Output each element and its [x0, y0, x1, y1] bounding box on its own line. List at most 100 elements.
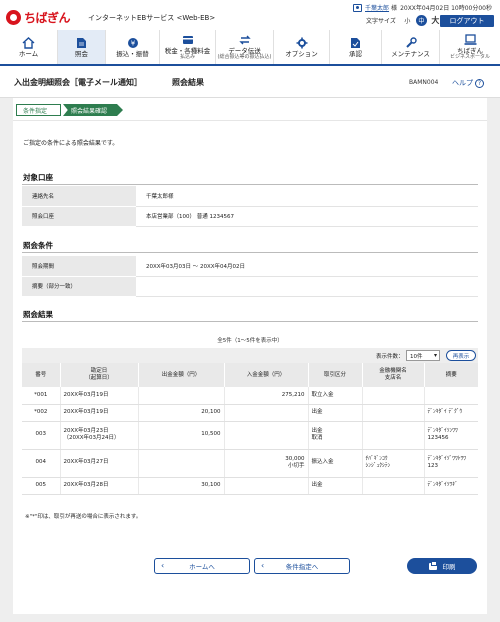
- section-title-condition: 照会条件: [23, 241, 53, 250]
- back-to-condition-button[interactable]: ‹ 条件指定へ: [254, 558, 350, 574]
- nav-label: ちばぎん ビジネスポータル: [449, 46, 490, 60]
- cell-date: 20XX年03月27日: [60, 449, 139, 478]
- cell-bank: ﾁﾊﾞｷﾞﾝｺｳ ｼﾝｼﾞｭｸｼﾃﾝ: [362, 449, 425, 478]
- cell-memo: ﾃﾞﾝｷﾀﾞｲｿﾜｷﾞ: [424, 477, 478, 495]
- text-size-medium-button[interactable]: 中: [415, 15, 427, 26]
- user-suffix: 様: [391, 5, 398, 12]
- nav-label: データ伝送 (総合振込等の振込払込): [217, 46, 272, 60]
- row-value: 本店営業部（100） 普通 1234567: [136, 206, 478, 227]
- column-header: 番号: [22, 363, 61, 387]
- chevron-left-icon: ‹: [161, 561, 165, 570]
- table-row: *002 20XX年03月19日 20,100 出金 ﾃﾞﾝｷﾀﾞｲ ﾃﾞｸﾞｳ: [22, 404, 478, 422]
- table-row: 連絡先名 千葉太郎様: [22, 186, 478, 207]
- column-header: 出金金額（円）: [138, 363, 225, 387]
- table-row: 003 20XX年03月23日 （20XX年03月24日） 10,500 出金 …: [22, 421, 478, 450]
- cell-bank: [362, 404, 425, 422]
- option-icon: [295, 37, 309, 49]
- bank-logo[interactable]: ちばぎん: [6, 9, 71, 26]
- nav-label: 照会: [75, 49, 88, 58]
- column-header: 金融機関名 支店名: [362, 363, 425, 387]
- cell-no: *002: [22, 404, 61, 422]
- home-button-label: ホームへ: [189, 563, 215, 571]
- column-header: 入金金額（円）: [224, 363, 309, 387]
- cell-in: [224, 421, 309, 450]
- section-rule: [22, 184, 478, 185]
- tax-payment-icon: [181, 34, 195, 46]
- row-label: 照会期間: [22, 256, 136, 277]
- print-button[interactable]: 印刷: [407, 558, 477, 574]
- nav-item-home[interactable]: ホーム: [0, 30, 58, 64]
- logout-button[interactable]: ログアウト: [440, 15, 494, 27]
- cell-date: 20XX年03月19日: [60, 404, 139, 422]
- row-label: 照会口座: [22, 206, 136, 227]
- section-rule: [22, 252, 478, 253]
- main-panel: 条件指定 照会結果確認 ご指定の条件による照会結果です。 対象口座 連絡先名 千…: [13, 98, 487, 614]
- portal-icon: [463, 34, 477, 46]
- cell-date: 20XX年03月19日: [60, 387, 139, 405]
- global-nav: ホーム 照会 ¥ 振込・振替 税金・各種料金 払込み データ伝送 (総合振込等の振込…: [0, 30, 500, 66]
- redisplay-button[interactable]: 再表示: [446, 350, 476, 361]
- nav-label: 承認: [349, 49, 362, 58]
- row-label: 連絡先名: [22, 186, 136, 207]
- home-button[interactable]: ‹ ホームへ: [154, 558, 250, 574]
- nav-label: 振込・振替: [116, 49, 149, 58]
- display-count-select[interactable]: 10件: [406, 350, 440, 361]
- nav-item-data-transmission[interactable]: データ伝送 (総合振込等の振込払込): [216, 30, 274, 64]
- logo-mark-icon: [6, 10, 21, 25]
- cell-date: 20XX年03月23日 （20XX年03月24日）: [60, 421, 139, 450]
- row-label: 摘要（部分一致）: [22, 276, 136, 297]
- logo-text: ちばぎん: [24, 11, 71, 25]
- nav-item-business-portal[interactable]: ちばぎん ビジネスポータル: [440, 30, 500, 64]
- table-row: 照会口座 本店営業部（100） 普通 1234567: [22, 206, 478, 227]
- help-icon: ?: [475, 78, 484, 88]
- service-name: インターネットEBサービス <Web-EB>: [88, 14, 216, 22]
- nav-item-tax-payment[interactable]: 税金・各種料金 払込み: [160, 30, 216, 64]
- cell-no: *001: [22, 387, 61, 405]
- nav-label: メンテナンス: [391, 49, 430, 58]
- divider: [13, 120, 487, 121]
- table-row: 摘要（部分一致）: [22, 276, 478, 297]
- table-header-row: 番号 勘定日 （起算日） 出金金額（円） 入金金額（円） 取引区分 金融機関名 …: [22, 363, 478, 387]
- cell-out: [138, 387, 225, 405]
- display-count-label: 表示件数：: [376, 354, 404, 360]
- top-header: ちばぎん インターネットEBサービス <Web-EB> 千葉太郎 様 20XX年…: [0, 0, 500, 30]
- nav-item-approval[interactable]: 承認: [330, 30, 382, 64]
- nav-item-transfer[interactable]: ¥ 振込・振替: [106, 30, 160, 64]
- cell-type: 出金 取消: [308, 421, 363, 450]
- chevron-left-icon: ‹: [261, 561, 265, 570]
- text-size-label: 文字サイズ: [366, 18, 396, 25]
- text-size-switcher: 文字サイズ 小 中 大: [366, 15, 444, 26]
- row-value: 千葉太郎様: [136, 186, 478, 207]
- inquiry-icon: [75, 37, 89, 49]
- data-transmission-icon: [238, 34, 252, 46]
- cell-out: 20,100: [138, 404, 225, 422]
- column-header: 摘要: [424, 363, 478, 387]
- table-row: *001 20XX年03月19日 275,210 取立入金: [22, 387, 478, 405]
- cell-bank: [362, 387, 425, 405]
- user-name-link[interactable]: 千葉太郎: [365, 3, 389, 12]
- cell-type: 出金: [308, 477, 363, 495]
- cell-out: [138, 449, 225, 478]
- table-row: 005 20XX年03月28日 30,100 出金 ﾃﾞﾝｷﾀﾞｲｿﾜｷﾞ: [22, 477, 478, 495]
- row-value: 20XX年03月03日 〜 20XX年04月02日: [136, 256, 478, 277]
- results-toolbar: 表示件数： 10件 再表示: [22, 348, 478, 363]
- help-link[interactable]: ヘルプ ?: [452, 78, 484, 88]
- nav-item-maintenance[interactable]: メンテナンス: [382, 30, 440, 64]
- footnote: ※"*"印は、取引が再送の場合に表示されます。: [25, 514, 142, 520]
- help-label: ヘルプ: [452, 79, 473, 87]
- cell-date: 20XX年03月28日: [60, 477, 139, 495]
- cell-memo: [424, 387, 478, 405]
- text-size-small-button[interactable]: 小: [401, 15, 413, 26]
- step-indicator: 条件指定 照会結果確認: [16, 104, 123, 116]
- cell-no: 005: [22, 477, 61, 495]
- cell-memo: ﾃﾞﾝｷﾀﾞｲ ﾃﾞｸﾞｳ: [424, 404, 478, 422]
- step-result-confirm: 照会結果確認: [63, 104, 123, 116]
- section-title-account: 対象口座: [23, 173, 53, 182]
- approval-icon: [349, 37, 363, 49]
- cell-type: 出金: [308, 404, 363, 422]
- cell-in: 30,000 小切手: [224, 449, 309, 478]
- nav-item-option[interactable]: オプション: [274, 30, 330, 64]
- condition-table: 照会期間 20XX年03月03日 〜 20XX年04月02日 摘要（部分一致）: [22, 256, 478, 297]
- cell-in: [224, 477, 309, 495]
- nav-item-inquiry[interactable]: 照会: [58, 30, 106, 64]
